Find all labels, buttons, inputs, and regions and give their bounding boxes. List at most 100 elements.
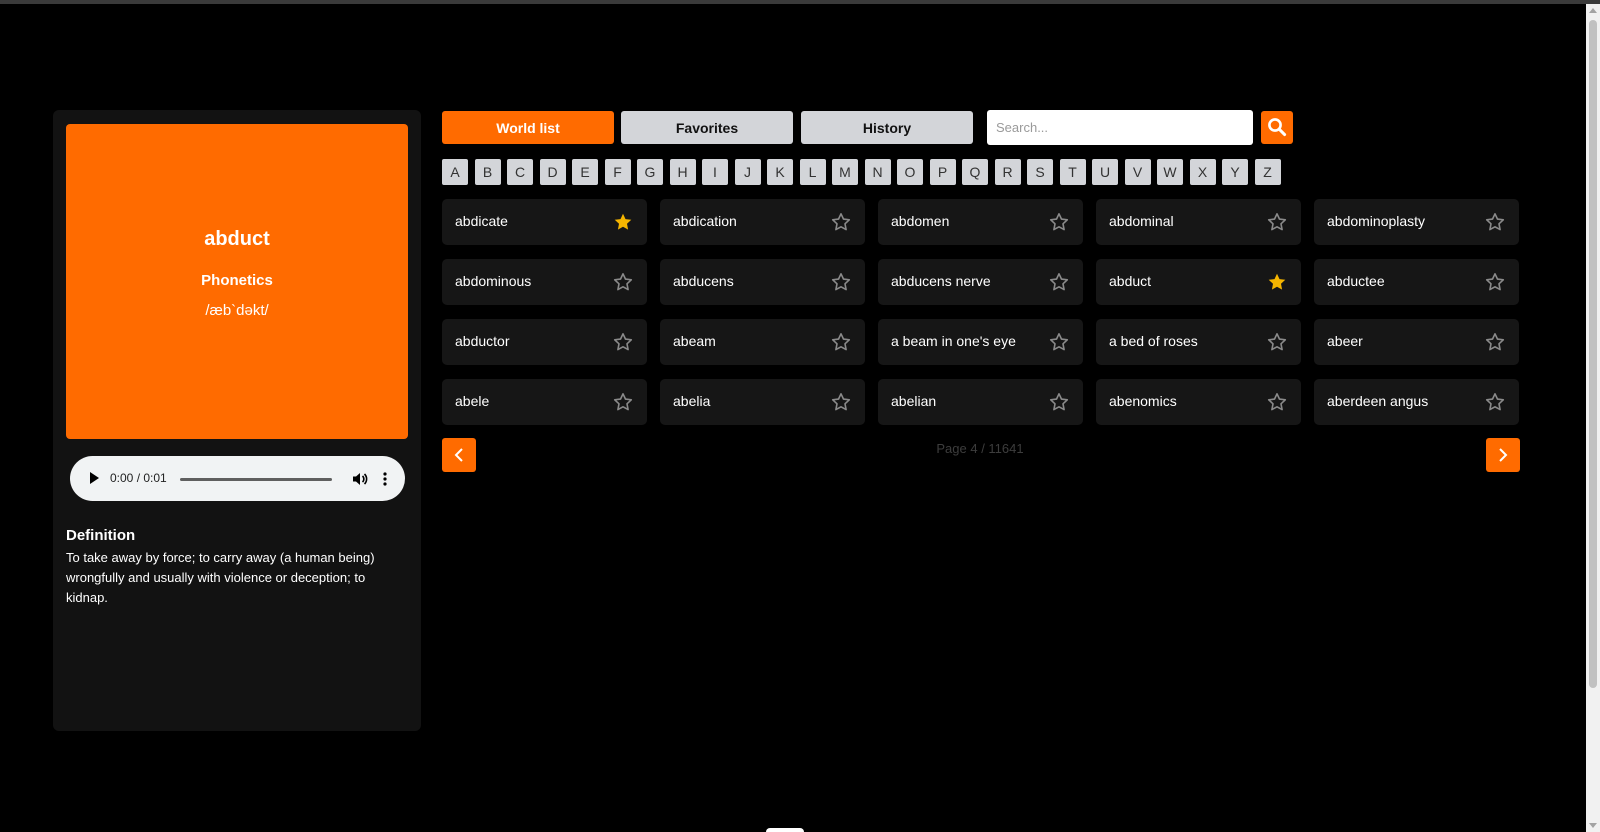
star-outline-icon[interactable] (1049, 272, 1069, 292)
prev-page-button[interactable] (442, 438, 476, 472)
star-outline-icon[interactable] (1049, 392, 1069, 412)
audio-progress-slider[interactable] (180, 478, 332, 481)
letter-button-c[interactable]: C (507, 159, 533, 185)
scrollbar-thumb[interactable] (1589, 20, 1597, 688)
letter-button-x[interactable]: X (1189, 159, 1216, 185)
letter-button-s[interactable]: S (1027, 159, 1053, 185)
word-label: abduct (1109, 273, 1152, 289)
letter-button-p[interactable]: P (929, 159, 956, 185)
word-label: abele (455, 393, 490, 409)
word-list-item[interactable]: abdominoplasty (1314, 199, 1519, 245)
word-list-item[interactable]: abenomics (1096, 379, 1301, 425)
word-list-item[interactable]: abdomen (878, 199, 1083, 245)
word-label: a bed of roses (1109, 333, 1198, 349)
tab-favorites[interactable]: Favorites (621, 111, 793, 144)
star-filled-icon[interactable] (613, 212, 633, 232)
star-outline-icon[interactable] (1267, 392, 1287, 412)
letter-button-n[interactable]: N (864, 159, 891, 185)
star-outline-icon[interactable] (831, 272, 851, 292)
audio-player: 0:00 / 0:01 (70, 456, 405, 501)
word-list-item[interactable]: abeer (1314, 319, 1519, 365)
letter-button-e[interactable]: E (572, 159, 598, 185)
word-list-item[interactable]: aberdeen angus (1314, 379, 1519, 425)
search-button[interactable] (1261, 111, 1293, 144)
word-list-item[interactable]: abducens (660, 259, 865, 305)
letter-button-q[interactable]: Q (962, 159, 988, 185)
star-outline-icon[interactable] (1267, 332, 1287, 352)
star-outline-icon[interactable] (613, 392, 633, 412)
word-label: abeer (1327, 333, 1363, 349)
word-list-item[interactable]: abelia (660, 379, 865, 425)
word-label: abdominoplasty (1327, 213, 1426, 229)
word-label: abductee (1327, 273, 1385, 289)
word-detail-panel: abduct Phonetics /æb`dəkt/ 0:00 / 0:01 D… (53, 110, 421, 731)
search-icon (1268, 118, 1287, 137)
word-label: abductor (455, 333, 510, 349)
star-outline-icon[interactable] (1049, 212, 1069, 232)
letter-button-y[interactable]: Y (1222, 159, 1248, 185)
letter-button-w[interactable]: W (1157, 159, 1183, 185)
letter-button-b[interactable]: B (474, 159, 501, 185)
word-list-item[interactable]: abelian (878, 379, 1083, 425)
letter-button-h[interactable]: H (669, 159, 696, 185)
letter-button-u[interactable]: U (1092, 159, 1118, 185)
audio-time: 0:00 / 0:01 (110, 471, 167, 485)
letter-button-a[interactable]: A (442, 159, 468, 185)
letter-button-t[interactable]: T (1059, 159, 1086, 185)
star-outline-icon[interactable] (831, 392, 851, 412)
letter-button-k[interactable]: K (767, 159, 793, 185)
tab-word-list[interactable]: World list (442, 111, 614, 144)
word-list-item[interactable]: abdication (660, 199, 865, 245)
star-outline-icon[interactable] (1485, 392, 1505, 412)
volume-icon[interactable] (352, 471, 368, 487)
word-list-item[interactable]: abductee (1314, 259, 1519, 305)
word-list-item[interactable]: abductor (442, 319, 647, 365)
word-list-item[interactable]: abdominous (442, 259, 647, 305)
word-list-item[interactable]: abeam (660, 319, 865, 365)
letter-button-z[interactable]: Z (1254, 159, 1281, 185)
letter-button-o[interactable]: O (897, 159, 923, 185)
letter-button-g[interactable]: G (637, 159, 663, 185)
letter-button-v[interactable]: V (1124, 159, 1151, 185)
letter-button-i[interactable]: I (702, 159, 728, 185)
browser-top-edge (0, 0, 1600, 4)
scroll-down-icon[interactable] (1589, 823, 1597, 828)
star-outline-icon[interactable] (613, 332, 633, 352)
letter-button-f[interactable]: F (604, 159, 631, 185)
star-outline-icon[interactable] (613, 272, 633, 292)
star-outline-icon[interactable] (1267, 212, 1287, 232)
star-outline-icon[interactable] (1485, 332, 1505, 352)
letter-button-j[interactable]: J (734, 159, 761, 185)
letter-button-r[interactable]: R (994, 159, 1021, 185)
page-indicator: Page 4 / 11641 (936, 441, 1024, 456)
word-list-item[interactable]: a beam in one's eye (878, 319, 1083, 365)
letter-button-d[interactable]: D (539, 159, 566, 185)
star-outline-icon[interactable] (1485, 212, 1505, 232)
phonetics-label: Phonetics (201, 272, 273, 289)
definition-title: Definition (66, 527, 136, 544)
definition-text: To take away by force; to carry away (a … (66, 550, 375, 605)
page-scrollbar[interactable] (1586, 4, 1600, 832)
search-input[interactable] (987, 110, 1253, 145)
word-list-item[interactable]: abducens nerve (878, 259, 1083, 305)
word-list-item[interactable]: a bed of roses (1096, 319, 1301, 365)
star-outline-icon[interactable] (1485, 272, 1505, 292)
more-options-icon[interactable] (383, 471, 387, 487)
star-outline-icon[interactable] (831, 212, 851, 232)
star-outline-icon[interactable] (831, 332, 851, 352)
word-list-item[interactable]: abdicate (442, 199, 647, 245)
play-icon[interactable] (90, 472, 99, 484)
word-label: aberdeen angus (1327, 393, 1429, 409)
word-list-item[interactable]: abdominal (1096, 199, 1301, 245)
tab-history[interactable]: History (801, 111, 973, 144)
bottom-handle (766, 828, 804, 832)
word-list-item[interactable]: abele (442, 379, 647, 425)
scroll-up-icon[interactable] (1589, 8, 1597, 13)
word-label: abdominal (1109, 213, 1174, 229)
letter-button-l[interactable]: L (799, 159, 826, 185)
star-outline-icon[interactable] (1049, 332, 1069, 352)
star-filled-icon[interactable] (1267, 272, 1287, 292)
next-page-button[interactable] (1486, 438, 1520, 472)
letter-button-m[interactable]: M (832, 159, 858, 185)
word-list-item[interactable]: abduct (1096, 259, 1301, 305)
